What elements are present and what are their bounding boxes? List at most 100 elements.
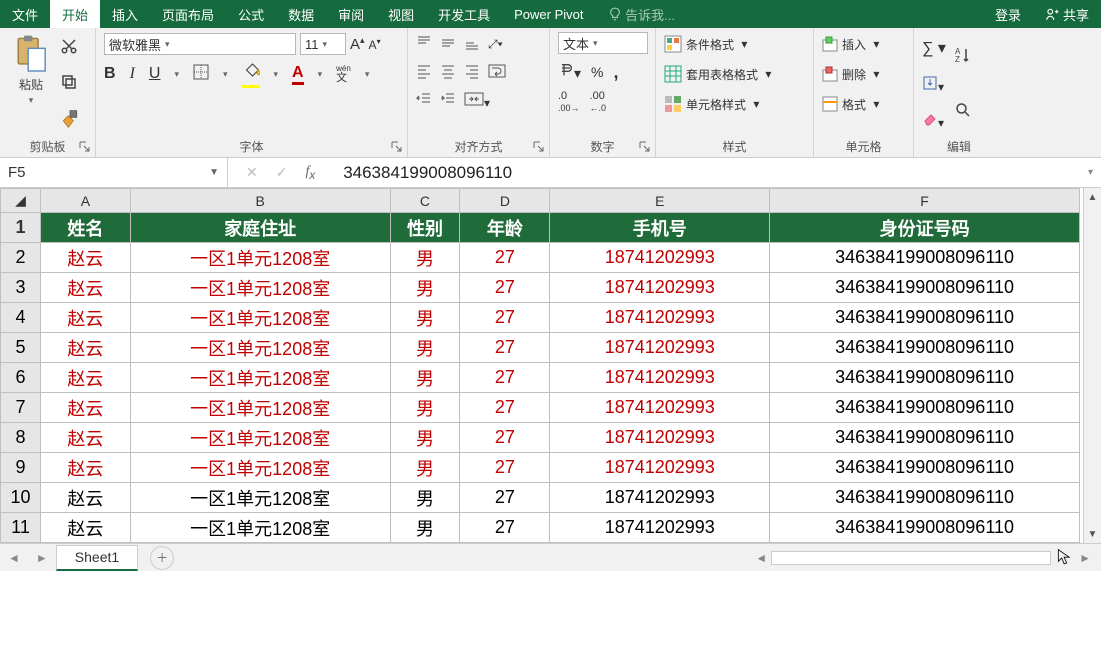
row-header[interactable]: 8: [1, 423, 41, 453]
find-select-button[interactable]: [954, 101, 972, 122]
menu-devtools[interactable]: 开发工具: [426, 0, 502, 28]
cell[interactable]: 346384199008096110: [770, 333, 1080, 363]
row-header[interactable]: 6: [1, 363, 41, 393]
header-cell[interactable]: 性别: [390, 213, 460, 243]
cell[interactable]: 27: [460, 243, 550, 273]
enter-formula-button[interactable]: ✓: [276, 164, 288, 181]
cell[interactable]: 27: [460, 393, 550, 423]
cell[interactable]: 18741202993: [550, 273, 770, 303]
format-painter-button[interactable]: [60, 109, 80, 132]
formula-input[interactable]: 346384199008096110: [333, 163, 1080, 183]
align-top-button[interactable]: [416, 35, 432, 54]
tab-nav-next[interactable]: ►: [28, 551, 56, 565]
delete-cells-button[interactable]: 删除 ▾: [822, 62, 905, 86]
cell[interactable]: 346384199008096110: [770, 243, 1080, 273]
menu-home[interactable]: 开始: [50, 0, 100, 28]
share-button[interactable]: 共享: [1033, 0, 1101, 28]
menu-review[interactable]: 审阅: [326, 0, 376, 28]
clipboard-dialog-launcher[interactable]: [79, 141, 91, 153]
cell[interactable]: 一区1单元1208室: [130, 273, 390, 303]
cell[interactable]: 18741202993: [550, 423, 770, 453]
cell-styles-button[interactable]: 单元格样式 ▾: [664, 92, 805, 116]
header-cell[interactable]: 年龄: [460, 213, 550, 243]
font-name-select[interactable]: 微软雅黑: [104, 33, 296, 55]
cell[interactable]: 赵云: [40, 423, 130, 453]
cell[interactable]: 18741202993: [550, 393, 770, 423]
cell[interactable]: 赵云: [40, 453, 130, 483]
cell[interactable]: 男: [390, 423, 460, 453]
cell[interactable]: 18741202993: [550, 243, 770, 273]
row-header[interactable]: 10: [1, 483, 41, 513]
cell[interactable]: 男: [390, 363, 460, 393]
row-header[interactable]: 1: [1, 213, 41, 243]
menu-insert[interactable]: 插入: [100, 0, 150, 28]
select-all-corner[interactable]: ◢: [1, 189, 41, 213]
horizontal-scrollbar[interactable]: [771, 551, 1051, 565]
cell[interactable]: 男: [390, 483, 460, 513]
insert-function-button[interactable]: fx: [305, 164, 315, 182]
currency-button[interactable]: ▾: [558, 62, 581, 82]
cell[interactable]: 18741202993: [550, 303, 770, 333]
cell[interactable]: 赵云: [40, 513, 130, 543]
cell[interactable]: 一区1单元1208室: [130, 453, 390, 483]
shrink-font-button[interactable]: A▾: [369, 37, 381, 52]
col-header[interactable]: D: [460, 189, 550, 213]
cell[interactable]: 27: [460, 483, 550, 513]
table-row[interactable]: 4赵云一区1单元1208室男27187412029933463841990080…: [1, 303, 1080, 333]
grow-font-button[interactable]: A▴: [350, 35, 365, 53]
inc-decimal-button[interactable]: .0.00→: [558, 90, 580, 114]
add-sheet-button[interactable]: ＋: [150, 546, 174, 570]
cell[interactable]: 男: [390, 243, 460, 273]
row-header[interactable]: 7: [1, 393, 41, 423]
cell[interactable]: 18741202993: [550, 513, 770, 543]
menu-formulas[interactable]: 公式: [226, 0, 276, 28]
col-header[interactable]: A: [40, 189, 130, 213]
cell[interactable]: 18741202993: [550, 363, 770, 393]
cell[interactable]: 18741202993: [550, 483, 770, 513]
table-row[interactable]: 8赵云一区1单元1208室男27187412029933463841990080…: [1, 423, 1080, 453]
cell[interactable]: 一区1单元1208室: [130, 243, 390, 273]
menu-powerpivot[interactable]: Power Pivot: [502, 0, 595, 28]
row-header[interactable]: 5: [1, 333, 41, 363]
tab-nav-prev[interactable]: ◄: [0, 551, 28, 565]
header-cell[interactable]: 手机号: [550, 213, 770, 243]
worksheet-grid[interactable]: ◢ A B C D E F 1 姓名 家庭住址 性别 年龄 手机号 身份证号码 …: [0, 188, 1101, 543]
dec-indent-button[interactable]: [416, 91, 432, 110]
autosum-button[interactable]: ∑ ▾: [922, 38, 946, 58]
menu-layout[interactable]: 页面布局: [150, 0, 226, 28]
comma-button[interactable]: ,: [613, 62, 618, 83]
cell[interactable]: 赵云: [40, 363, 130, 393]
align-middle-button[interactable]: [440, 35, 456, 54]
row-header[interactable]: 4: [1, 303, 41, 333]
table-row[interactable]: 10赵云一区1单元1208室男2718741202993346384199008…: [1, 483, 1080, 513]
cell[interactable]: 346384199008096110: [770, 513, 1080, 543]
cond-format-button[interactable]: 条件格式 ▾: [664, 32, 805, 56]
cell[interactable]: 18741202993: [550, 333, 770, 363]
cell[interactable]: 27: [460, 273, 550, 303]
cell[interactable]: 27: [460, 303, 550, 333]
cell[interactable]: 赵云: [40, 333, 130, 363]
menu-view[interactable]: 视图: [376, 0, 426, 28]
table-format-button[interactable]: 套用表格格式 ▾: [664, 62, 805, 86]
align-right-button[interactable]: [464, 63, 480, 82]
row-header[interactable]: 2: [1, 243, 41, 273]
cell[interactable]: 赵云: [40, 303, 130, 333]
cut-button[interactable]: [60, 37, 80, 58]
font-color-button[interactable]: A: [292, 64, 304, 85]
align-center-button[interactable]: [440, 63, 456, 82]
cell[interactable]: 346384199008096110: [770, 273, 1080, 303]
borders-button[interactable]: [193, 64, 209, 85]
cell[interactable]: 27: [460, 363, 550, 393]
cell[interactable]: 男: [390, 303, 460, 333]
name-box[interactable]: F5▼: [0, 158, 228, 187]
cell[interactable]: 男: [390, 393, 460, 423]
col-header[interactable]: B: [130, 189, 390, 213]
cell[interactable]: 27: [460, 423, 550, 453]
cell[interactable]: 一区1单元1208室: [130, 513, 390, 543]
orientation-button[interactable]: ⤢▾: [488, 37, 503, 52]
cell[interactable]: 27: [460, 513, 550, 543]
cell[interactable]: 346384199008096110: [770, 393, 1080, 423]
sort-filter-button[interactable]: AZ: [954, 46, 972, 67]
cell[interactable]: 男: [390, 333, 460, 363]
table-row[interactable]: 3赵云一区1单元1208室男27187412029933463841990080…: [1, 273, 1080, 303]
